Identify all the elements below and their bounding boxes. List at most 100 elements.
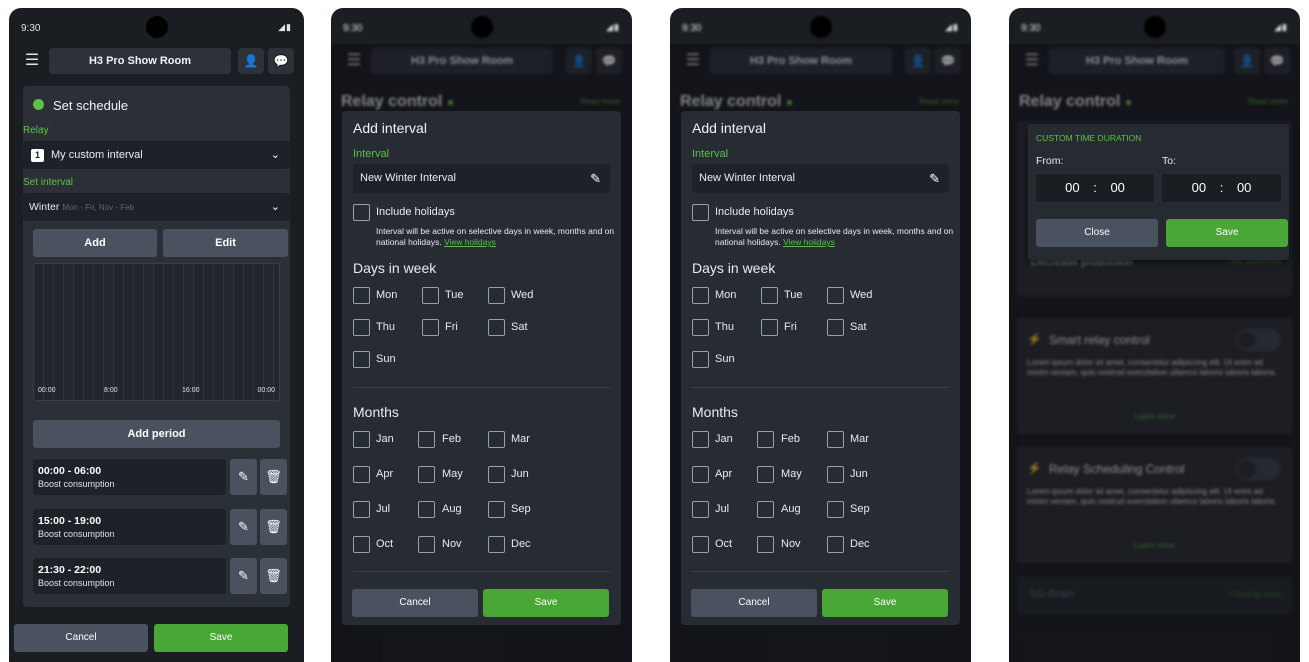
trash-icon[interactable]: 🗑	[260, 459, 287, 495]
period-item[interactable]: 00:00 - 06:00 Boost consumption	[33, 459, 226, 495]
timeline-tick: 00:00	[38, 387, 56, 394]
chevron-down-icon: ⌄	[270, 201, 280, 213]
day-checkbox-sun[interactable]	[353, 351, 370, 368]
period-mode: Boost consumption	[38, 479, 115, 489]
day-checkbox-mon[interactable]	[353, 287, 370, 304]
months-title: Months	[692, 404, 738, 420]
month-checkbox-oct[interactable]	[692, 536, 709, 553]
edit-icon[interactable]: ✎	[230, 509, 257, 545]
month-label: Aug	[442, 503, 462, 515]
day-checkbox-sat[interactable]	[488, 319, 505, 336]
month-checkbox-oct[interactable]	[353, 536, 370, 553]
month-checkbox-sep[interactable]	[488, 501, 505, 518]
trash-icon[interactable]: 🗑	[260, 558, 287, 594]
save-button[interactable]: Save	[822, 589, 948, 617]
month-checkbox-apr[interactable]	[353, 466, 370, 483]
month-checkbox-mar[interactable]	[827, 431, 844, 448]
cancel-button[interactable]: Cancel	[14, 624, 148, 652]
month-checkbox-apr[interactable]	[692, 466, 709, 483]
save-button[interactable]: Save	[154, 624, 288, 652]
day-checkbox-sun[interactable]	[692, 351, 709, 368]
month-checkbox-may[interactable]	[757, 466, 774, 483]
interval-name-input[interactable]: New Winter Interval ✎	[692, 164, 949, 193]
to-minutes[interactable]: 00	[1237, 180, 1251, 195]
to-time-input[interactable]: 00 : 00	[1162, 174, 1281, 202]
user-icon[interactable]: 👤	[238, 48, 264, 74]
period-item[interactable]: 21:30 - 22:00 Boost consumption	[33, 558, 226, 594]
day-checkbox-wed[interactable]	[827, 287, 844, 304]
day-checkbox-tue[interactable]	[761, 287, 778, 304]
month-checkbox-aug[interactable]	[418, 501, 435, 518]
relay-select[interactable]: 1 My custom interval ⌄	[23, 141, 290, 169]
day-checkbox-thu[interactable]	[353, 319, 370, 336]
day-checkbox-thu[interactable]	[692, 319, 709, 336]
interval-name-input[interactable]: New Winter Interval ✎	[353, 164, 610, 193]
month-checkbox-jun[interactable]	[827, 466, 844, 483]
month-label: Apr	[376, 468, 394, 480]
include-holidays-checkbox[interactable]	[692, 204, 709, 221]
month-checkbox-mar[interactable]	[488, 431, 505, 448]
hamburger-menu-icon[interactable]: ☰	[19, 48, 45, 74]
pencil-icon[interactable]: ✎	[590, 164, 601, 193]
cancel-button[interactable]: Cancel	[352, 589, 478, 617]
phone-add-interval-screen: 9:30 ◢▮ ☰ H3 Pro Show Room 👤 💬 Relay con…	[670, 8, 971, 662]
month-checkbox-feb[interactable]	[757, 431, 774, 448]
month-checkbox-jul[interactable]	[692, 501, 709, 518]
day-checkbox-wed[interactable]	[488, 287, 505, 304]
day-checkbox-mon[interactable]	[692, 287, 709, 304]
month-label: Jun	[511, 468, 529, 480]
to-hours[interactable]: 00	[1192, 180, 1206, 195]
view-holidays-link[interactable]: View holidays	[444, 237, 496, 247]
month-checkbox-jul[interactable]	[353, 501, 370, 518]
trash-icon[interactable]: 🗑	[260, 509, 287, 545]
save-button[interactable]: Save	[1166, 219, 1288, 247]
schedule-timeline-chart[interactable]: 00:00 8:00 16:00 00:00	[33, 263, 280, 401]
month-checkbox-dec[interactable]	[827, 536, 844, 553]
interval-detail: Mon - Fri, Nov - Feb	[62, 203, 134, 212]
from-minutes[interactable]: 00	[1110, 180, 1124, 195]
from-hours[interactable]: 00	[1065, 180, 1079, 195]
add-interval-modal: Add interval Interval New Winter Interva…	[681, 111, 960, 625]
pencil-icon[interactable]: ✎	[929, 164, 940, 193]
month-checkbox-nov[interactable]	[418, 536, 435, 553]
month-checkbox-may[interactable]	[418, 466, 435, 483]
month-checkbox-dec[interactable]	[488, 536, 505, 553]
divider	[353, 387, 610, 388]
site-title[interactable]: H3 Pro Show Room	[49, 48, 231, 74]
edit-icon[interactable]: ✎	[230, 459, 257, 495]
add-button[interactable]: Add	[33, 229, 157, 257]
include-holidays-checkbox[interactable]	[353, 204, 370, 221]
day-checkbox-fri[interactable]	[422, 319, 439, 336]
day-checkbox-fri[interactable]	[761, 319, 778, 336]
month-label: Jul	[715, 503, 730, 515]
period-item[interactable]: 15:00 - 19:00 Boost consumption	[33, 509, 226, 545]
month-label: Dec	[511, 538, 531, 550]
day-checkbox-sat[interactable]	[827, 319, 844, 336]
edit-icon[interactable]: ✎	[230, 558, 257, 594]
day-label: Wed	[511, 289, 534, 301]
include-holidays-label: Include holidays	[376, 206, 455, 218]
month-checkbox-nov[interactable]	[757, 536, 774, 553]
month-checkbox-aug[interactable]	[757, 501, 774, 518]
month-checkbox-jan[interactable]	[692, 431, 709, 448]
status-time: 9:30	[343, 23, 363, 34]
interval-select[interactable]: Winter Mon - Fri, Nov - Feb ⌄	[23, 193, 290, 221]
close-button[interactable]: Close	[1036, 219, 1158, 247]
month-checkbox-jan[interactable]	[353, 431, 370, 448]
save-button[interactable]: Save	[483, 589, 609, 617]
timeline-tick: 8:00	[104, 387, 118, 394]
from-time-input[interactable]: 00 : 00	[1036, 174, 1154, 202]
view-holidays-link[interactable]: View holidays	[783, 237, 835, 247]
month-label: Feb	[442, 433, 461, 445]
day-label: Mon	[715, 289, 737, 301]
chat-icon[interactable]: 💬	[268, 48, 294, 74]
day-checkbox-tue[interactable]	[422, 287, 439, 304]
clock-icon	[33, 99, 44, 110]
cancel-button[interactable]: Cancel	[691, 589, 817, 617]
edit-button[interactable]: Edit	[163, 229, 288, 257]
signal-battery-icon: ◢▮	[606, 22, 620, 32]
add-period-button[interactable]: Add period	[33, 420, 280, 448]
month-checkbox-jun[interactable]	[488, 466, 505, 483]
month-checkbox-feb[interactable]	[418, 431, 435, 448]
month-checkbox-sep[interactable]	[827, 501, 844, 518]
